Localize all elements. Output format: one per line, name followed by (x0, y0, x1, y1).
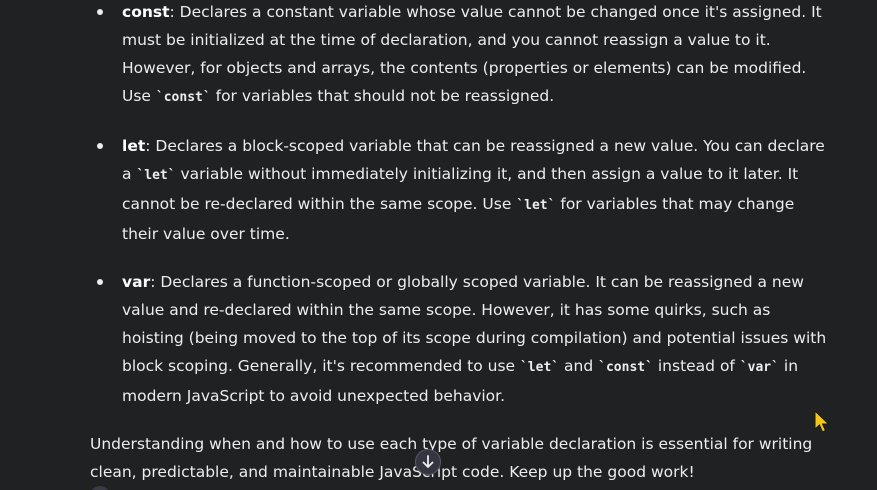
inline-code: `const` (598, 360, 653, 375)
summary-paragraph: Understanding when and how to use each t… (90, 435, 813, 481)
text-segment: and (559, 357, 599, 375)
assistant-message: const: Declares a constant variable whos… (90, 0, 830, 486)
avatar (90, 486, 110, 490)
list-item: var: Declares a function-scoped or globa… (90, 268, 830, 410)
pointer-cursor-icon (814, 410, 830, 433)
inline-code: `let` (516, 198, 556, 213)
text-segment: instead of (652, 357, 740, 375)
list-item: let: Declares a block-scoped variable th… (90, 132, 830, 248)
inline-code: `let` (519, 360, 560, 375)
text-segment: for variables that should not be reassig… (210, 87, 555, 105)
inline-code: `let` (136, 168, 176, 183)
inline-code: `const` (155, 90, 211, 105)
declaration-list: const: Declares a constant variable whos… (90, 0, 830, 410)
inline-code: `var` (739, 360, 779, 375)
list-item: const: Declares a constant variable whos… (90, 0, 830, 112)
keyword: var (122, 273, 151, 291)
keyword: let (122, 137, 146, 155)
keyword: const (122, 3, 170, 21)
scroll-to-bottom-button[interactable] (415, 449, 441, 475)
arrow-down-icon (422, 455, 434, 468)
